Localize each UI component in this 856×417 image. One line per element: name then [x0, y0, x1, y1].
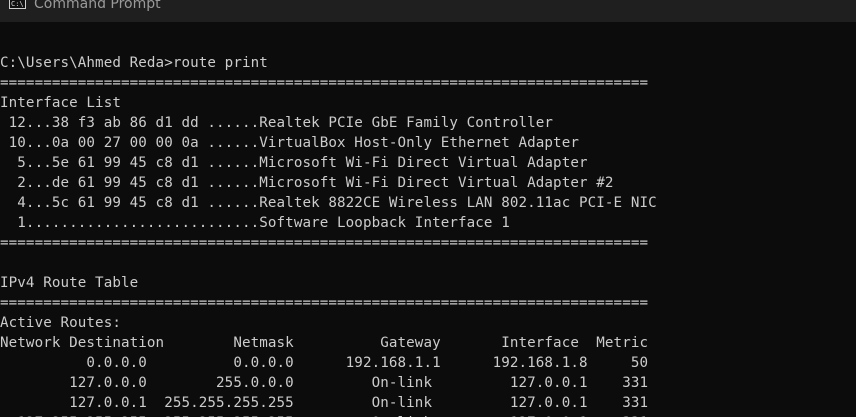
- console-line: Network Destination Netmask Gateway Inte…: [0, 335, 649, 351]
- console-line: ========================================…: [0, 295, 649, 311]
- svg-text:C:\: C:\: [11, 0, 24, 8]
- console-output[interactable]: C:\Users\Ahmed Reda>route print =========…: [0, 33, 856, 417]
- console-line: IPv4 Route Table: [0, 275, 139, 291]
- console-line: 1...........................Software Loo…: [0, 215, 510, 231]
- cmd-icon: C:\: [9, 0, 26, 9]
- console-line: 0.0.0.0 0.0.0.0 192.168.1.1 192.168.1.8 …: [0, 355, 649, 371]
- console-line: Active Routes:: [0, 315, 121, 331]
- console-line: 10...0a 00 27 00 00 0a ......VirtualBox …: [0, 135, 579, 151]
- console-line: ========================================…: [0, 235, 649, 251]
- command-prompt-window: C:\ Command Prompt C:\Users\Ahmed Reda>r…: [0, 0, 856, 417]
- title-bar[interactable]: C:\ Command Prompt: [0, 0, 856, 22]
- console-line: C:\Users\Ahmed Reda>route print: [0, 55, 268, 71]
- console-line: 12...38 f3 ab 86 d1 dd ......Realtek PCI…: [0, 115, 554, 131]
- window-title: Command Prompt: [34, 0, 161, 12]
- console-line: ========================================…: [0, 75, 649, 91]
- console-line: 127.0.0.1 255.255.255.255 On-link 127.0.…: [0, 395, 649, 411]
- console-line: Interface List: [0, 95, 121, 111]
- console-line: 2...de 61 99 45 c8 d1 ......Microsoft Wi…: [0, 175, 614, 191]
- console-line: 127.0.0.0 255.0.0.0 On-link 127.0.0.1 33…: [0, 375, 649, 391]
- console-line: 4...5c 61 99 45 c8 d1 ......Realtek 8822…: [0, 195, 657, 211]
- console-line: 127.255.255.255 255.255.255.255 On-link …: [0, 413, 856, 417]
- console-line: 5...5e 61 99 45 c8 d1 ......Microsoft Wi…: [0, 155, 588, 171]
